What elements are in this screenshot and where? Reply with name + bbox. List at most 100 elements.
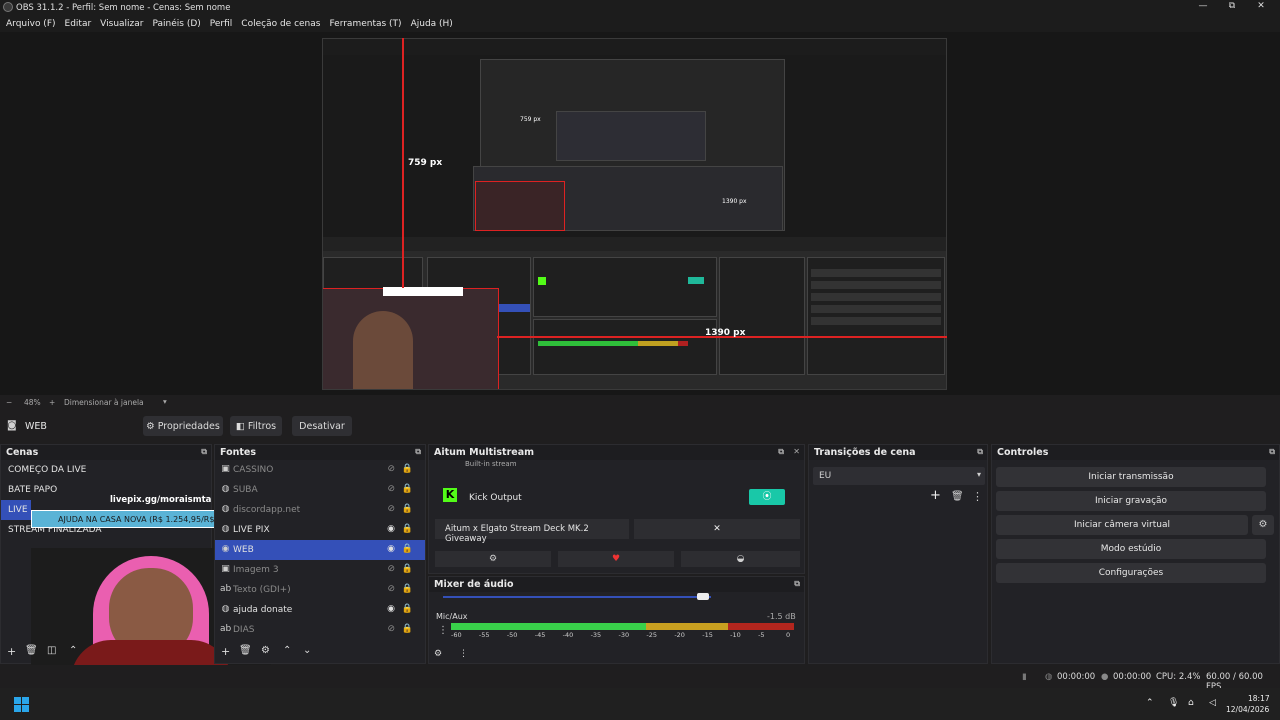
add-icon[interactable]: +: [930, 488, 941, 503]
speaker-icon[interactable]: ◁: [1209, 698, 1216, 708]
add-icon[interactable]: +: [7, 645, 16, 658]
menu-scene-collection[interactable]: Coleção de cenas: [241, 19, 320, 29]
studio-mode-button[interactable]: Modo estúdio: [996, 539, 1266, 559]
volume-slider-track[interactable]: [443, 596, 711, 598]
gear-icon[interactable]: ⚙: [261, 645, 270, 656]
menu-view[interactable]: Visualizar: [100, 19, 143, 29]
chevron-down-icon[interactable]: ▾: [163, 397, 167, 406]
source-item[interactable]: ◍ discordapp.net ⊘ 🔒: [215, 500, 425, 520]
source-item[interactable]: ◍ ajuda donate ◉ 🔒: [215, 600, 425, 620]
windows-start-icon[interactable]: [14, 697, 29, 712]
eye-off-icon[interactable]: ⊘: [387, 484, 395, 494]
lock-icon[interactable]: 🔒: [402, 604, 413, 614]
undock-icon[interactable]: ⧉: [415, 447, 421, 457]
chevron-down-icon[interactable]: ⌄: [303, 645, 311, 656]
minimize-button[interactable]: —: [1195, 1, 1211, 13]
lock-icon[interactable]: 🔒: [402, 564, 413, 574]
start-stream-button[interactable]: Iniciar transmissão: [996, 467, 1266, 487]
eye-off-icon[interactable]: ⊘: [387, 564, 395, 574]
chevron-up-icon[interactable]: ⌃: [69, 645, 77, 656]
meter-tick-label: -55: [478, 631, 490, 639]
close-button[interactable]: ✕: [1253, 1, 1269, 13]
zoom-out-button[interactable]: −: [6, 398, 12, 407]
scene-item[interactable]: COMEÇO DA LIVE: [1, 460, 211, 480]
lock-icon[interactable]: 🔒: [402, 504, 413, 514]
lock-icon[interactable]: 🔒: [402, 584, 413, 594]
eye-off-icon[interactable]: ⊘: [387, 504, 395, 514]
source-item[interactable]: ◍ SUBA ⊘ 🔒: [215, 480, 425, 500]
menu-help[interactable]: Ajuda (H): [411, 19, 453, 29]
source-label: Imagem 3: [233, 565, 279, 575]
source-item[interactable]: ab Texto (GDI+) ⊘ 🔒: [215, 580, 425, 600]
start-virtualcam-button[interactable]: Iniciar câmera virtual: [996, 515, 1248, 535]
zoom-in-button[interactable]: +: [49, 398, 55, 407]
vertical-dots-icon[interactable]: ⋮: [459, 649, 468, 659]
gear-icon: ⚙: [146, 420, 158, 432]
settings-button[interactable]: Configurações: [996, 563, 1266, 583]
gear-icon[interactable]: ⚙: [435, 551, 551, 567]
eye-off-icon[interactable]: ⊘: [387, 584, 395, 594]
menu-docks[interactable]: Painéis (D): [152, 19, 200, 29]
undock-icon[interactable]: ⧉: [201, 447, 207, 457]
network-icon[interactable]: ⌂: [1188, 698, 1194, 708]
close-icon[interactable]: ✕: [793, 447, 800, 456]
menu-profile[interactable]: Perfil: [210, 19, 233, 29]
eye-icon[interactable]: ◉: [387, 524, 395, 534]
lock-icon[interactable]: 🔒: [402, 524, 413, 534]
gear-icon[interactable]: ⚙: [1252, 515, 1274, 535]
chevron-up-icon[interactable]: ⌃: [1146, 698, 1154, 708]
trash-icon[interactable]: 🗑: [25, 645, 38, 656]
scenes-title: Cenas: [6, 447, 39, 458]
maximize-button[interactable]: ⧉: [1224, 1, 1240, 13]
trash-icon[interactable]: 🗑: [951, 491, 964, 502]
undock-icon[interactable]: ⧉: [794, 579, 800, 589]
eye-off-icon[interactable]: ⊘: [387, 624, 395, 634]
lock-icon[interactable]: 🔒: [402, 464, 413, 474]
transition-select-value: EU: [819, 471, 832, 481]
kick-stream-toggle[interactable]: ⦿: [749, 489, 785, 505]
giveaway-close-button[interactable]: ✕: [634, 519, 800, 539]
transition-select[interactable]: EU ▾: [813, 467, 985, 485]
source-type-icon: ▣: [221, 564, 230, 574]
volume-slider-handle[interactable]: [697, 593, 709, 600]
source-item[interactable]: ◍ LIVE PIX ◉ 🔒: [215, 520, 425, 540]
lock-icon[interactable]: 🔒: [402, 544, 413, 554]
lock-icon[interactable]: 🔒: [402, 484, 413, 494]
meter-tick-label: -25: [646, 631, 658, 639]
config-icon[interactable]: ◫: [47, 645, 56, 656]
properties-button[interactable]: ⚙ Propriedades: [143, 416, 223, 436]
undock-icon[interactable]: ⧉: [977, 447, 983, 457]
gear-icon[interactable]: ⚙: [434, 649, 442, 659]
trash-icon[interactable]: 🗑: [239, 645, 252, 656]
scale-mode-select[interactable]: Dimensionar à janela: [64, 398, 144, 407]
preview-canvas[interactable]: 759 px 1390 px 759 px 1390 px: [0, 32, 1280, 395]
undock-icon[interactable]: ⧉: [1269, 447, 1275, 457]
giveaway-button[interactable]: Aitum x Elgato Stream Deck MK.2 Giveaway: [435, 519, 629, 544]
eye-icon[interactable]: ◉: [387, 604, 395, 614]
cpu-usage: CPU: 2.4%: [1156, 672, 1201, 682]
menu-file[interactable]: Arquivo (F): [6, 19, 56, 29]
filters-button[interactable]: ◧ Filtros: [230, 416, 282, 436]
chevron-up-icon[interactable]: ⌃: [283, 645, 291, 656]
eye-icon[interactable]: ◉: [387, 544, 395, 554]
windows-taskbar: ⌃ 🎙 ⌂ ◁ 18:17 12/04/2026: [0, 688, 1280, 720]
source-type-icon: ◍: [221, 504, 230, 514]
microphone-icon[interactable]: 🎙: [1168, 698, 1179, 708]
menu-edit[interactable]: Editar: [65, 19, 92, 29]
lock-icon[interactable]: 🔒: [402, 624, 413, 634]
discord-icon[interactable]: ◒: [681, 551, 800, 567]
source-item[interactable]: ab DIAS ⊘ 🔒: [215, 620, 425, 640]
start-record-button[interactable]: Iniciar gravação: [996, 491, 1266, 511]
deactivate-button[interactable]: Desativar: [292, 416, 352, 436]
source-item[interactable]: ▣ CASSINO ⊘ 🔒: [215, 460, 425, 480]
scene-item-selected[interactable]: LIVE: [1, 500, 31, 520]
source-item[interactable]: ▣ Imagem 3 ⊘ 🔒: [215, 560, 425, 580]
undock-icon[interactable]: ⧉: [778, 447, 784, 457]
eye-off-icon[interactable]: ⊘: [387, 464, 395, 474]
add-icon[interactable]: +: [221, 645, 230, 658]
source-item[interactable]: ◉ WEB ◉ 🔒: [215, 540, 425, 560]
vertical-dots-icon[interactable]: ⋮: [972, 490, 983, 503]
vertical-dots-icon[interactable]: ⋮: [438, 625, 448, 636]
heart-icon[interactable]: ♥: [558, 551, 674, 567]
menu-tools[interactable]: Ferramentas (T): [329, 19, 401, 29]
